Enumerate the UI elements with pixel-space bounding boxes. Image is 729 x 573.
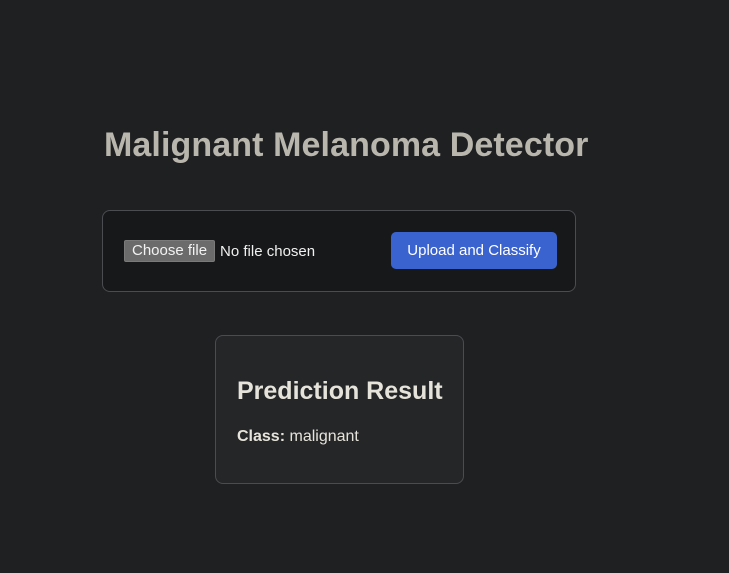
class-value: malignant — [289, 428, 359, 445]
choose-file-button[interactable]: Choose file — [124, 240, 216, 262]
upload-and-classify-button[interactable]: Upload and Classify — [391, 232, 557, 269]
result-heading: Prediction Result — [237, 377, 443, 405]
prediction-result-card: Prediction Result Class: malignant — [215, 335, 464, 484]
class-label: Class: — [237, 428, 286, 445]
page: Malignant Melanoma Detector Choose file … — [0, 0, 729, 573]
result-class-line: Class: malignant — [237, 428, 359, 446]
file-input[interactable]: Choose file No file chosen — [124, 240, 315, 262]
page-title: Malignant Melanoma Detector — [104, 126, 589, 164]
upload-form: Choose file No file chosen Upload and Cl… — [102, 210, 576, 292]
file-status-text: No file chosen — [220, 242, 316, 260]
